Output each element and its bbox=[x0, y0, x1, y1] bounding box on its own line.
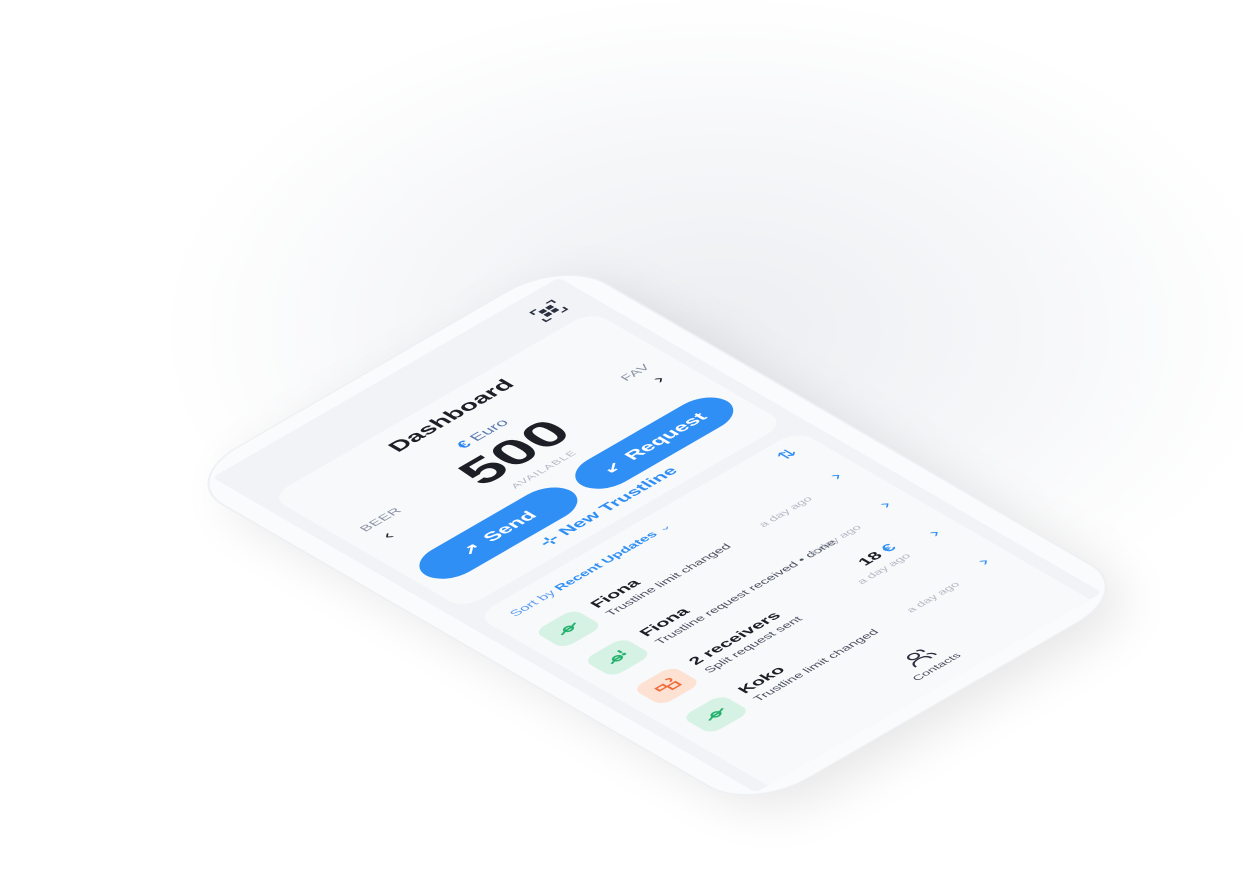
qr-scan-icon[interactable] bbox=[526, 298, 571, 324]
item-amount-currency: € bbox=[877, 541, 901, 555]
chevron-right-icon[interactable]: › bbox=[874, 498, 897, 511]
item-time: a day ago bbox=[903, 580, 963, 615]
app-screen: Dashboard BEER ‹ FAV › € Euro 500 AVAILA… bbox=[212, 277, 1103, 793]
chevron-right-icon[interactable]: › bbox=[923, 526, 946, 539]
chevron-right-icon[interactable]: › bbox=[972, 555, 995, 568]
background: Dashboard BEER ‹ FAV › € Euro 500 AVAILA… bbox=[0, 0, 1243, 882]
arrow-down-left-icon: ↙ bbox=[598, 459, 628, 476]
phone-mockup: Dashboard BEER ‹ FAV › € Euro 500 AVAILA… bbox=[182, 260, 1133, 810]
arrow-up-right-icon: ↗ bbox=[456, 540, 486, 558]
trustline-add-icon: ⊹ bbox=[535, 532, 565, 550]
swap-sort-icon[interactable]: ⇅ bbox=[772, 446, 803, 464]
send-button-label: Send bbox=[478, 508, 542, 545]
chevron-down-icon: ⌄ bbox=[653, 521, 676, 534]
chevron-right-icon[interactable]: › bbox=[824, 469, 847, 482]
trustline-icon bbox=[533, 608, 604, 649]
